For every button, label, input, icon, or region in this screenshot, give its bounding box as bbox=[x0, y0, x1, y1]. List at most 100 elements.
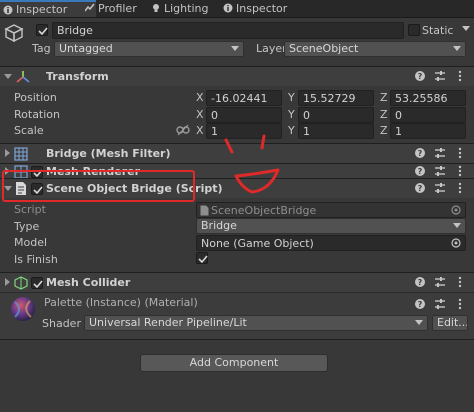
svg-text:?: ? bbox=[418, 72, 423, 81]
rotation-z-axis: Z bbox=[380, 108, 388, 121]
rotation-x-input[interactable]: 0 bbox=[206, 107, 282, 123]
scale-z-input[interactable]: 1 bbox=[390, 123, 466, 139]
mesh-collider-header[interactable]: Mesh Collider ? bbox=[0, 272, 474, 292]
help-icon[interactable]: ? bbox=[414, 182, 426, 194]
svg-text:?: ? bbox=[418, 167, 423, 176]
scale-y-input[interactable]: 1 bbox=[298, 123, 374, 139]
rotation-y-input[interactable]: 0 bbox=[298, 107, 374, 123]
preset-icon[interactable] bbox=[434, 298, 446, 310]
scale-z-axis: Z bbox=[380, 124, 388, 137]
chevron-down-icon bbox=[415, 320, 423, 325]
material-name: Palette (Instance) (Material) bbox=[44, 296, 198, 309]
script-label: Script bbox=[14, 203, 46, 216]
position-x-input[interactable]: -16.02441 bbox=[206, 90, 282, 106]
transform-title: Transform bbox=[46, 70, 109, 83]
svg-text:?: ? bbox=[418, 278, 423, 287]
foldout-collapsed-icon[interactable] bbox=[5, 149, 10, 157]
transform-header[interactable]: Transform ? bbox=[0, 66, 474, 86]
help-icon[interactable]: ? bbox=[414, 276, 426, 288]
position-z-axis: Z bbox=[380, 91, 388, 104]
tab-profiler[interactable]: Profiler bbox=[82, 0, 158, 17]
object-name-input[interactable]: Bridge bbox=[52, 22, 404, 39]
component-header-icons: ? bbox=[414, 182, 466, 196]
preset-icon[interactable] bbox=[434, 276, 446, 288]
preset-icon[interactable] bbox=[434, 70, 446, 82]
mesh-filter-icon bbox=[14, 147, 28, 161]
tab-inspector-label: Inspector bbox=[16, 3, 68, 16]
info-icon bbox=[223, 3, 233, 13]
svg-text:?: ? bbox=[418, 184, 423, 193]
tab-profiler-label: Profiler bbox=[98, 2, 137, 15]
kebab-menu-icon[interactable] bbox=[454, 147, 466, 159]
position-z-input[interactable]: 53.25586 bbox=[390, 90, 466, 106]
is-finish-checkbox[interactable] bbox=[196, 252, 208, 264]
layer-label: Layer bbox=[256, 42, 287, 55]
model-field[interactable]: None (Game Object) bbox=[196, 235, 466, 251]
type-dropdown[interactable]: Bridge bbox=[196, 218, 466, 234]
object-picker-icon bbox=[451, 205, 461, 215]
object-picker-icon[interactable] bbox=[451, 238, 461, 248]
model-value: None (Game Object) bbox=[201, 237, 314, 250]
kebab-menu-icon[interactable] bbox=[454, 165, 466, 177]
kebab-menu-icon[interactable] bbox=[454, 298, 466, 310]
tab-lighting[interactable]: Lighting bbox=[148, 0, 230, 17]
tag-label: Tag bbox=[32, 42, 51, 55]
script-value: SceneObjectBridge bbox=[211, 204, 317, 217]
shader-label: Shader bbox=[42, 317, 81, 330]
rotation-x-axis: X bbox=[196, 108, 204, 121]
kebab-menu-icon[interactable] bbox=[454, 182, 466, 194]
tab-inspector-2[interactable]: Inspector bbox=[220, 0, 316, 17]
foldout-icon[interactable] bbox=[4, 74, 12, 79]
material-preview-sphere-icon bbox=[11, 297, 35, 321]
checkmark-icon bbox=[198, 255, 208, 264]
chevron-down-icon bbox=[231, 46, 239, 51]
mesh-filter-title: Bridge (Mesh Filter) bbox=[46, 147, 171, 160]
script-field: SceneObjectBridge bbox=[196, 202, 466, 218]
checkmark-icon bbox=[38, 27, 48, 36]
tag-dropdown[interactable]: Untagged bbox=[54, 41, 244, 57]
kebab-menu-icon[interactable] bbox=[454, 276, 466, 288]
tab-bar: Inspector Profiler Lighting Inspector bbox=[0, 0, 474, 18]
kebab-menu-icon[interactable] bbox=[454, 70, 466, 82]
component-header-icons: ? bbox=[414, 165, 466, 179]
preset-icon[interactable] bbox=[434, 165, 446, 177]
svg-text:?: ? bbox=[418, 300, 423, 309]
gameobject-cube-icon bbox=[4, 24, 24, 43]
preset-icon[interactable] bbox=[434, 182, 446, 194]
position-x-axis: X bbox=[196, 91, 204, 104]
component-header-icons: ? bbox=[414, 147, 466, 161]
profiler-icon bbox=[85, 3, 95, 12]
component-header-icons: ? bbox=[414, 70, 466, 84]
shader-edit-button[interactable]: Edit... bbox=[432, 315, 468, 331]
shader-dropdown[interactable]: Universal Render Pipeline/Lit bbox=[84, 315, 428, 331]
lighting-icon bbox=[153, 4, 159, 12]
position-label: Position bbox=[14, 91, 57, 104]
scale-label: Scale bbox=[14, 124, 44, 137]
add-component-button[interactable]: Add Component bbox=[140, 354, 328, 372]
shader-value: Universal Render Pipeline/Lit bbox=[89, 316, 247, 329]
layer-value: SceneObject bbox=[289, 42, 359, 55]
static-dropdown-arrow-icon[interactable] bbox=[462, 26, 470, 31]
active-toggle[interactable] bbox=[36, 24, 48, 36]
help-icon[interactable]: ? bbox=[414, 147, 426, 159]
help-icon[interactable]: ? bbox=[414, 70, 426, 82]
mesh-collider-enabled-toggle[interactable] bbox=[31, 277, 43, 289]
model-label: Model bbox=[14, 236, 48, 249]
tag-value: Untagged bbox=[59, 42, 113, 55]
position-y-input[interactable]: 15.52729 bbox=[298, 90, 374, 106]
foldout-collapsed-icon[interactable] bbox=[5, 278, 10, 286]
static-checkbox[interactable] bbox=[408, 24, 420, 36]
link-icon[interactable] bbox=[176, 124, 190, 136]
svg-text:?: ? bbox=[418, 149, 423, 158]
material-header-icons: ? bbox=[414, 298, 466, 312]
rotation-z-input[interactable]: 0 bbox=[390, 107, 466, 123]
drawn-face-doodle bbox=[224, 134, 280, 194]
highlight-box bbox=[2, 170, 195, 202]
help-icon[interactable]: ? bbox=[414, 298, 426, 310]
info-icon bbox=[3, 5, 13, 15]
preset-icon[interactable] bbox=[434, 147, 446, 159]
help-icon[interactable]: ? bbox=[414, 165, 426, 177]
tab-inspector-2-label: Inspector bbox=[236, 2, 288, 15]
position-y-axis: Y bbox=[288, 91, 295, 104]
layer-dropdown[interactable]: SceneObject bbox=[284, 41, 466, 57]
